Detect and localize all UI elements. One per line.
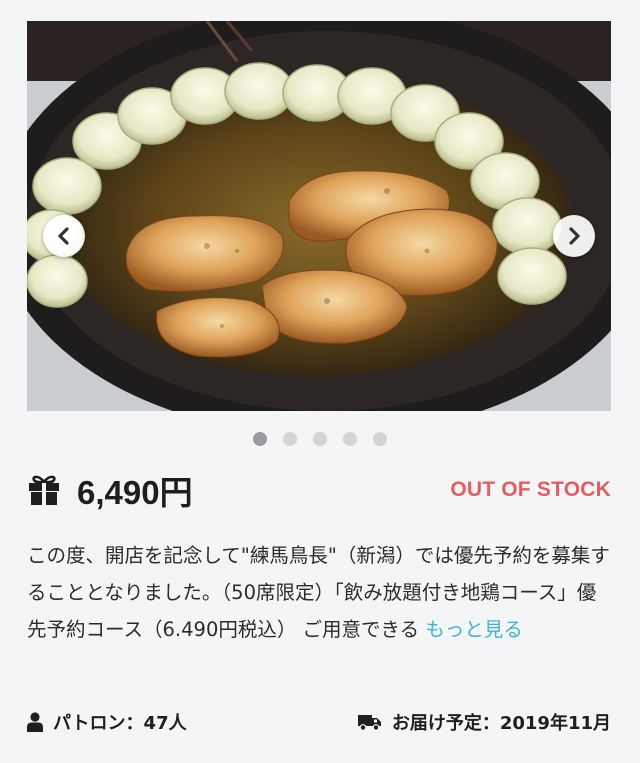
stock-status: OUT OF STOCK	[450, 478, 611, 501]
patrons-count: パトロン：47人	[53, 713, 187, 734]
patrons-stat: パトロン：47人	[27, 709, 187, 735]
price-row: 6,490円 OUT OF STOCK	[27, 468, 611, 512]
price: 6,490円	[77, 474, 193, 511]
gift-icon	[29, 475, 59, 505]
carousel-next-button[interactable]	[553, 215, 595, 257]
carousel-dot[interactable]	[373, 432, 387, 446]
delivery-stat: お届け予定：2019年11月	[357, 709, 611, 735]
image-carousel[interactable]	[27, 21, 611, 411]
truck-icon	[357, 715, 381, 731]
description: この度、開店を記念して"練馬鳥長"（新潟）では優先予約を募集することとなりました…	[27, 537, 611, 648]
carousel-dot[interactable]	[283, 432, 297, 446]
user-icon	[27, 712, 43, 732]
carousel-dot[interactable]	[313, 432, 327, 446]
chevron-right-icon	[569, 227, 580, 245]
carousel-dot[interactable]	[343, 432, 357, 446]
read-more-link[interactable]: もっと見る	[425, 618, 523, 641]
carousel-image	[27, 21, 611, 411]
carousel-prev-button[interactable]	[43, 215, 85, 257]
carousel-dot[interactable]	[253, 432, 267, 446]
stats-row: パトロン：47人 お届け予定：2019年11月	[27, 706, 611, 738]
chevron-left-icon	[58, 227, 69, 245]
carousel-pagination	[0, 432, 640, 446]
delivery-date: お届け予定：2019年11月	[391, 713, 611, 734]
